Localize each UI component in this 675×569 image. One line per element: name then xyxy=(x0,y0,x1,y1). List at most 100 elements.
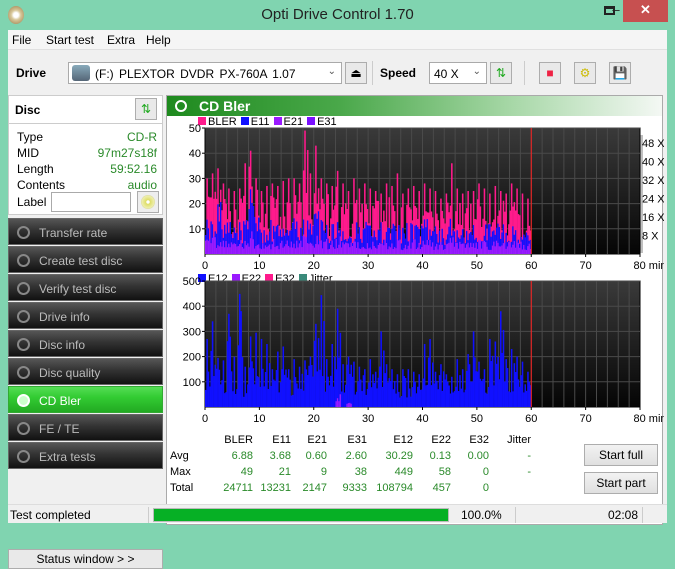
nav-item-extra-tests[interactable]: Extra tests xyxy=(8,442,163,469)
speed-label: Speed xyxy=(380,66,417,80)
bar-e12 xyxy=(523,392,525,407)
bar-e21 xyxy=(388,246,391,254)
bar-e21 xyxy=(267,245,270,254)
settings-button[interactable]: ⚙ xyxy=(574,62,596,84)
bar-e12 xyxy=(472,331,475,407)
refresh-disc-button[interactable]: ⇅ xyxy=(135,98,157,120)
bar-e21 xyxy=(512,244,514,254)
bar-e12 xyxy=(414,381,416,407)
bar-e12 xyxy=(361,391,363,407)
eject-button[interactable]: ⏏ xyxy=(345,62,367,84)
bar-e21 xyxy=(434,246,437,254)
bar-e21 xyxy=(248,246,251,254)
nav-item-verify-test-disc[interactable]: Verify test disc xyxy=(8,274,163,301)
bar-e21 xyxy=(308,243,310,254)
bar-e12 xyxy=(491,355,494,407)
bar-e21 xyxy=(423,244,426,254)
drive-select[interactable]: (F:) PLEXTOR DVDR PX-760A 1.07 ⌄ xyxy=(68,62,342,84)
bar-e12 xyxy=(226,341,229,407)
nav-item-drive-info[interactable]: Drive info xyxy=(8,302,163,329)
menu-bar: File Start test Extra Help xyxy=(8,30,667,50)
nav-item-label: CD Bler xyxy=(39,394,82,408)
nav-item-cd-bler[interactable]: CD Bler xyxy=(8,386,163,413)
bar-e12 xyxy=(387,382,389,407)
bar-e12 xyxy=(489,338,491,407)
y2-tick-label: 8 X xyxy=(642,230,659,242)
bar-e12 xyxy=(325,359,328,407)
bar-e12 xyxy=(509,392,512,407)
bar-e21 xyxy=(256,244,259,254)
nav-item-create-test-disc[interactable]: Create test disc xyxy=(8,246,163,273)
y2-tick-label: 40 X xyxy=(642,156,664,168)
bar-e21 xyxy=(379,242,381,254)
bar-e12 xyxy=(453,391,456,407)
menu-help[interactable]: Help xyxy=(146,33,171,47)
bar-e21 xyxy=(343,244,346,254)
bar-e12 xyxy=(486,393,488,407)
disc-row-mid: MID 97m27s18f xyxy=(17,146,157,160)
bar-e12 xyxy=(417,386,419,407)
speed-select[interactable]: 40 X ⌄ xyxy=(429,62,487,84)
disc-value: 59:52.16 xyxy=(110,162,157,176)
bar-e21 xyxy=(485,242,487,254)
refresh-speed-button[interactable]: ⇅ xyxy=(490,62,512,84)
save-icon: 💾 xyxy=(612,66,628,80)
menu-extra[interactable]: Extra xyxy=(107,33,135,47)
bar-e12 xyxy=(234,393,237,407)
bar-e21 xyxy=(241,247,244,254)
bar-e12 xyxy=(412,371,415,407)
bar-e12 xyxy=(331,344,333,407)
bar-e21 xyxy=(218,246,221,254)
bar-e12 xyxy=(457,390,460,407)
bar-e12 xyxy=(471,381,473,407)
y-tick-label: 200 xyxy=(183,352,201,364)
start-full-button[interactable]: Start full xyxy=(584,444,658,466)
bar-e12 xyxy=(289,379,291,407)
bar-e21 xyxy=(451,242,453,254)
menu-start-test[interactable]: Start test xyxy=(46,33,94,47)
y-tick-label: 10 xyxy=(189,224,201,236)
nav-item-fe-te[interactable]: FE / TE xyxy=(8,414,163,441)
bar-e12 xyxy=(408,388,411,407)
y-tick-label: 500 xyxy=(183,276,201,288)
save-button[interactable]: 💾 xyxy=(609,62,631,84)
disc-key: Type xyxy=(17,130,44,144)
nav-item-disc-quality[interactable]: Disc quality xyxy=(8,358,163,385)
bar-e12 xyxy=(516,356,518,407)
bar-e12 xyxy=(520,375,522,407)
bar-e21 xyxy=(498,246,501,254)
nav-item-transfer-rate[interactable]: Transfer rate xyxy=(8,218,163,245)
y-tick-label: 50 xyxy=(189,123,201,135)
stats-table: BLER E11 E21 E31 E12 E22 E32 Jitter Avg 6.88 3.68 0… xyxy=(167,434,587,494)
bar-e21 xyxy=(317,244,320,254)
stats-value: 58 xyxy=(438,466,451,478)
menu-file[interactable]: File xyxy=(12,33,31,47)
bar-e12 xyxy=(244,366,246,407)
bar-e21 xyxy=(292,247,294,254)
bar-e12 xyxy=(504,381,506,407)
stats-value: 24711 xyxy=(223,482,253,494)
bar-e21 xyxy=(340,247,343,254)
nav-item-disc-info[interactable]: Disc info xyxy=(8,330,163,357)
maximize-button[interactable] xyxy=(598,0,620,22)
bar-e12 xyxy=(219,384,222,407)
bar-e12 xyxy=(256,376,259,407)
label-input[interactable] xyxy=(51,192,131,212)
stats-value: 108794 xyxy=(376,482,413,494)
erase-button[interactable]: ■ xyxy=(539,62,561,84)
close-button[interactable]: ✕ xyxy=(623,0,668,22)
x-tick-label: 30 xyxy=(362,260,374,272)
disc-label-button[interactable] xyxy=(137,191,159,213)
divider xyxy=(148,507,149,523)
bar-e11 xyxy=(253,216,256,254)
bar-e11 xyxy=(487,224,490,254)
status-window-button[interactable]: Status window > > xyxy=(8,549,163,569)
bar-e21 xyxy=(513,241,516,254)
bar-e12 xyxy=(228,313,230,407)
bar-e22 xyxy=(350,403,353,407)
stats-header: E31 xyxy=(347,434,367,446)
bar-e12 xyxy=(430,385,433,407)
bar-e12 xyxy=(319,369,321,407)
start-part-button[interactable]: Start part xyxy=(584,472,658,494)
bar-e21 xyxy=(510,247,513,254)
